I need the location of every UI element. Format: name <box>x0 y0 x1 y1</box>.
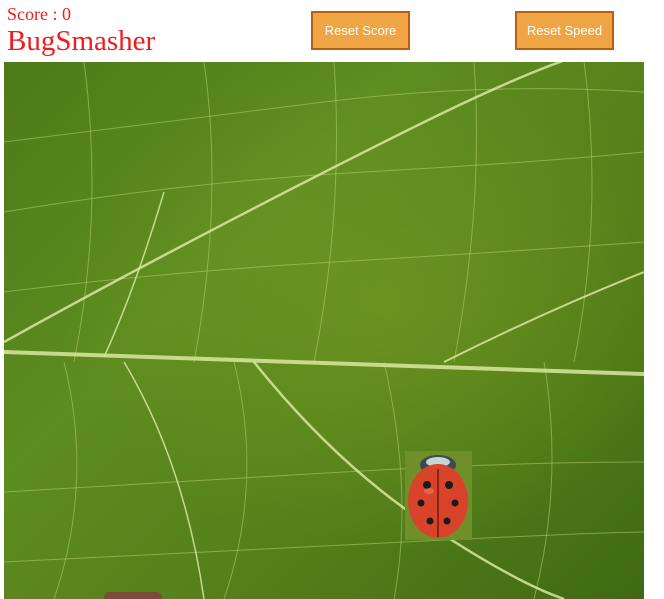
score-display: Score : 0 <box>7 4 71 24</box>
reset-score-button[interactable]: Reset Score <box>311 11 410 50</box>
game-board[interactable] <box>4 62 644 599</box>
reset-speed-button[interactable]: Reset Speed <box>515 11 614 50</box>
ladybug-icon <box>408 455 468 538</box>
ladybug-sprite-partial[interactable] <box>104 592 162 599</box>
ladybug-sprite[interactable] <box>405 451 472 540</box>
leaf-background <box>4 62 644 599</box>
game-header: Score : 0 BugSmasher Reset Score Reset S… <box>0 0 664 62</box>
game-title: BugSmasher <box>7 25 156 57</box>
